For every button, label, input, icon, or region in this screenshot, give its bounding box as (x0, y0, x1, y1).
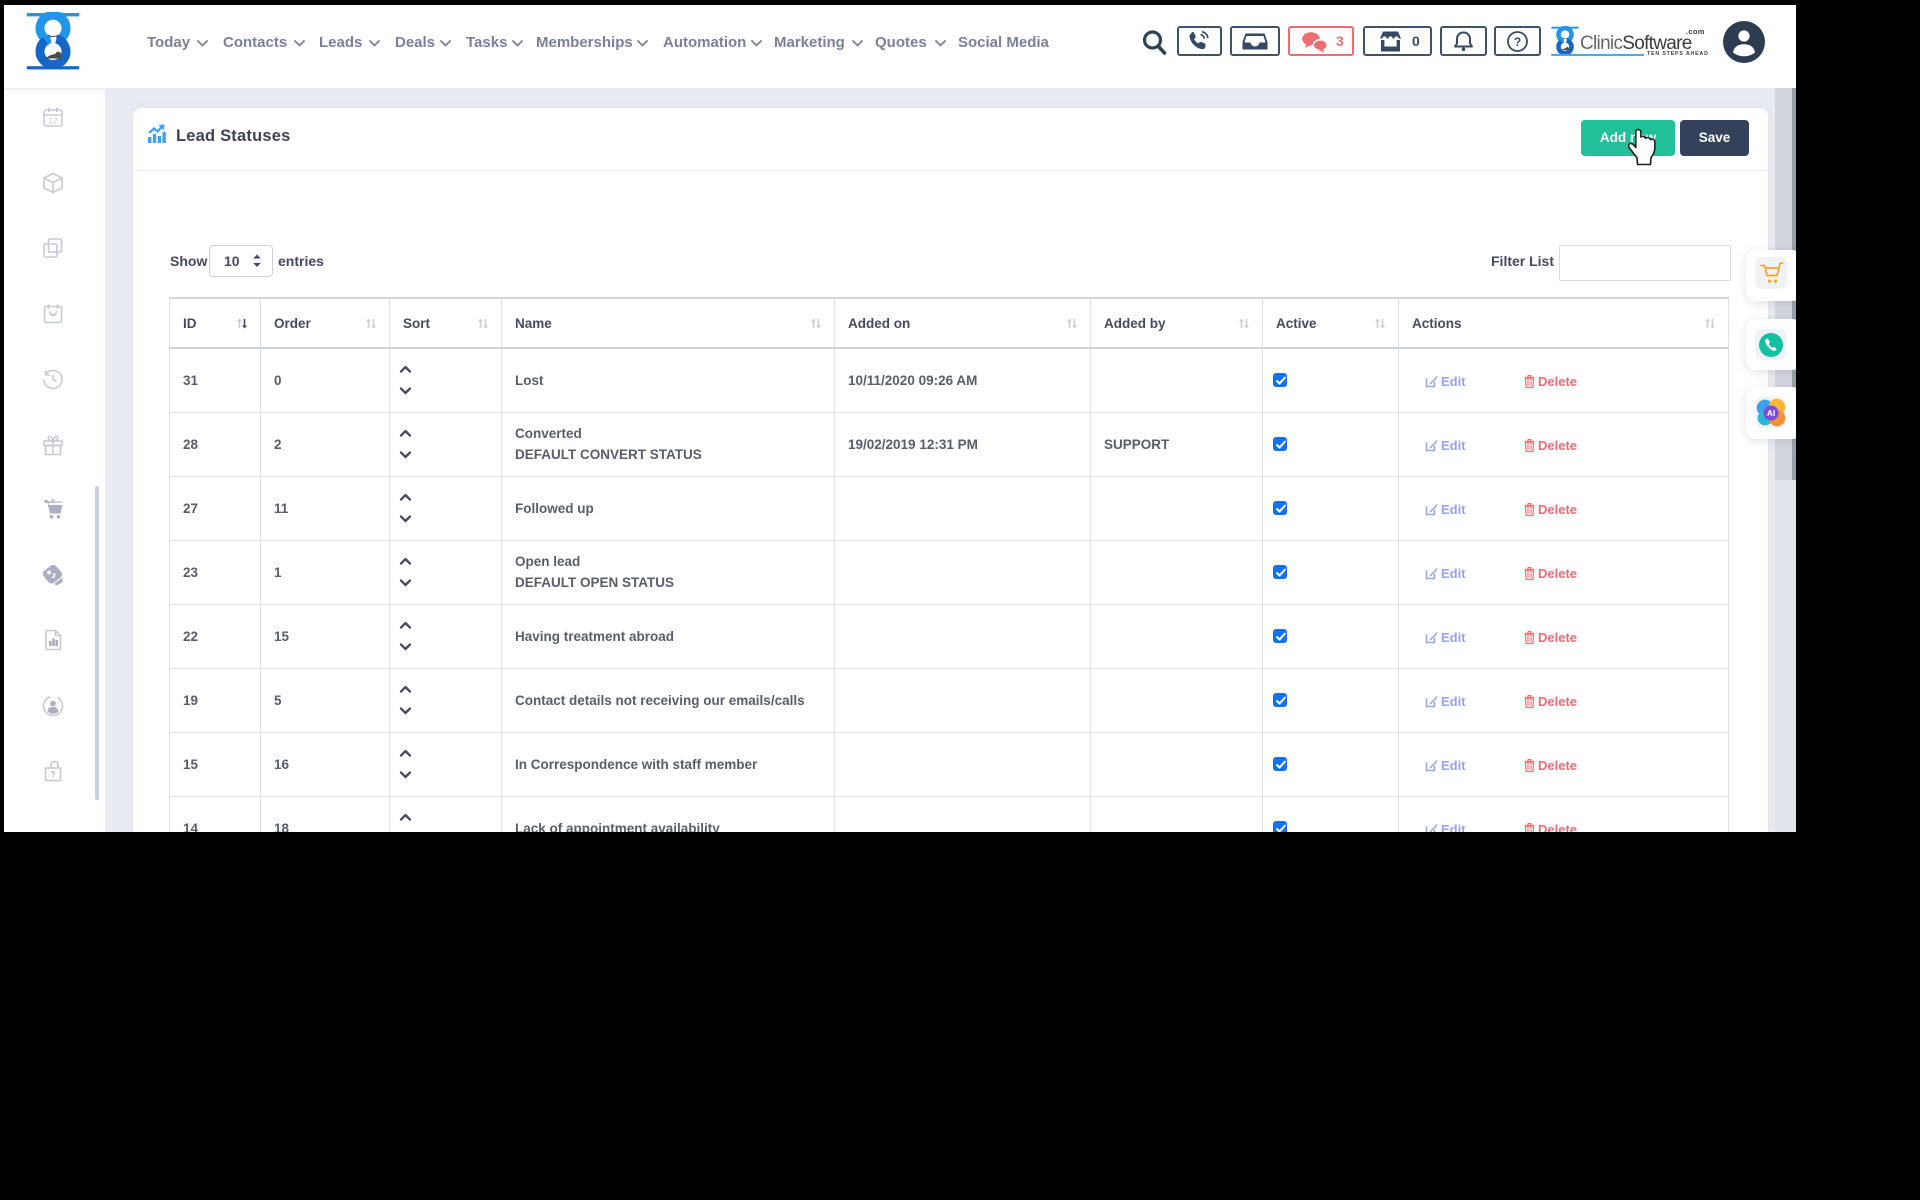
svg-text:?: ? (1514, 35, 1521, 49)
svg-text:12: 12 (48, 116, 58, 126)
svg-text:?: ? (51, 770, 56, 779)
svg-text:AI: AI (1767, 409, 1775, 418)
